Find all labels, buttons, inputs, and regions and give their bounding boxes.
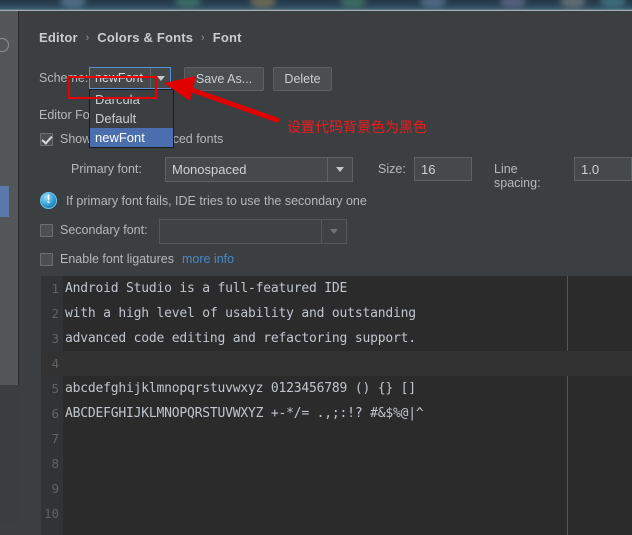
primary-font-combobox-arrow[interactable] bbox=[327, 158, 352, 181]
size-input[interactable]: 16 bbox=[414, 157, 472, 181]
secondary-font-info-text: If primary font fails, IDE tries to use … bbox=[66, 193, 367, 208]
editor-line-number: 1 bbox=[51, 281, 59, 296]
secondary-font-info-row: If primary font fails, IDE tries to use … bbox=[40, 192, 367, 209]
primary-font-combobox[interactable]: Monospaced bbox=[165, 157, 353, 182]
editor-line-number: 2 bbox=[51, 306, 59, 321]
show-monospaced-checkbox[interactable] bbox=[40, 132, 53, 146]
editor-line[interactable]: 1 Android Studio is a full-featured IDE bbox=[41, 276, 632, 301]
size-label: Size: bbox=[378, 162, 406, 176]
editor-line-number: 5 bbox=[51, 381, 59, 396]
font-preview-editor[interactable]: 1 Android Studio is a full-featured IDE 2 w… bbox=[41, 276, 632, 535]
editor-line[interactable]: 7 bbox=[41, 426, 632, 451]
editor-line-number: 9 bbox=[51, 481, 59, 496]
breadcrumb-separator-icon: › bbox=[85, 32, 90, 44]
scheme-option-default[interactable]: Default bbox=[90, 109, 173, 128]
secondary-font-combobox[interactable] bbox=[159, 219, 347, 244]
chevron-down-icon bbox=[330, 229, 338, 234]
editor-line-number: 6 bbox=[51, 406, 59, 421]
delete-button[interactable]: Delete bbox=[273, 67, 332, 91]
editor-line[interactable]: 6 ABCDEFGHIJKLMNOPQRSTUVWXYZ +-*/= .,;:!?… bbox=[41, 401, 632, 426]
editor-line-number: 10 bbox=[43, 506, 59, 521]
breadcrumb: Editor › Colors & Fonts › Font bbox=[39, 30, 242, 45]
scheme-combobox-value: newFont bbox=[95, 71, 143, 85]
scheme-combobox-arrow[interactable] bbox=[150, 68, 170, 88]
editor-line-text: ABCDEFGHIJKLMNOPQRSTUVWXYZ +-*/= .,;:!? … bbox=[65, 406, 424, 421]
editor-line-text: with a high level of usability and outst… bbox=[65, 306, 416, 321]
editor-line[interactable]: 2 with a high level of usability and outs… bbox=[41, 301, 632, 326]
editor-line-text: abcdefghijklmnopqrstuvwxyz 0123456789 ()… bbox=[65, 381, 416, 396]
settings-dialog: Editor › Colors & Fonts › Font Scheme: n… bbox=[19, 11, 632, 535]
editor-line-number: 7 bbox=[51, 431, 59, 446]
line-spacing-label: Line spacing: bbox=[494, 162, 541, 190]
editor-line-text: Android Studio is a full-featured IDE bbox=[65, 281, 348, 296]
rail-selection-indicator bbox=[0, 186, 9, 217]
editor-line-number: 8 bbox=[51, 456, 59, 471]
editor-line[interactable]: 10 bbox=[41, 501, 632, 526]
breadcrumb-separator-icon: › bbox=[201, 32, 205, 44]
desktop-wallpaper-strip bbox=[0, 0, 632, 11]
breadcrumb-item-colors-fonts[interactable]: Colors & Fonts bbox=[97, 30, 193, 45]
editor-line[interactable]: 5 abcdefghijklmnopqrstuvwxyz 0123456789 (… bbox=[41, 376, 632, 401]
scheme-option-newfont[interactable]: newFont bbox=[90, 128, 173, 147]
editor-line-number: 4 bbox=[51, 356, 59, 371]
primary-font-label: Primary font: bbox=[71, 162, 142, 176]
editor-line[interactable]: 9 bbox=[41, 476, 632, 501]
scheme-option-darcula[interactable]: Darcula bbox=[90, 90, 173, 109]
secondary-font-checkbox[interactable] bbox=[40, 223, 53, 237]
font-ligatures-label: Enable font ligatures bbox=[60, 252, 174, 266]
scheme-combobox[interactable]: newFont bbox=[89, 67, 171, 89]
annotation-note-text: 设置代码背景色为黑色 bbox=[287, 120, 427, 136]
editor-line[interactable]: 3 advanced code editing and refactoring s… bbox=[41, 326, 632, 351]
primary-font-value: Monospaced bbox=[172, 162, 247, 177]
editor-line-text: advanced code editing and refactoring su… bbox=[65, 331, 416, 346]
editor-line[interactable]: 8 bbox=[41, 451, 632, 476]
secondary-font-row: Secondary font: bbox=[40, 219, 347, 244]
scheme-dropdown-list[interactable]: Darcula Default newFont bbox=[89, 89, 174, 148]
secondary-font-label: Secondary font: bbox=[60, 223, 148, 237]
editor-line[interactable]: 4 bbox=[41, 351, 632, 376]
font-ligatures-row: Enable font ligatures more info bbox=[40, 252, 234, 266]
more-info-link[interactable]: more info bbox=[182, 252, 234, 266]
info-exclamation-icon bbox=[40, 192, 57, 209]
rail-circle-icon bbox=[0, 38, 9, 52]
chevron-down-icon bbox=[336, 167, 344, 172]
ide-left-toolrail-lower bbox=[0, 385, 19, 524]
line-spacing-input[interactable]: 1.0 bbox=[574, 157, 632, 181]
chevron-down-icon bbox=[156, 75, 165, 81]
font-ligatures-checkbox[interactable] bbox=[40, 252, 53, 266]
preview-line-list: 1 Android Studio is a full-featured IDE 2 w… bbox=[41, 276, 632, 526]
editor-line-number: 3 bbox=[51, 331, 59, 346]
save-as-button[interactable]: Save As... bbox=[184, 67, 264, 91]
secondary-font-combobox-arrow[interactable] bbox=[321, 220, 346, 243]
breadcrumb-item-editor[interactable]: Editor bbox=[39, 30, 78, 45]
scheme-label: Scheme: bbox=[39, 71, 89, 85]
breadcrumb-item-font[interactable]: Font bbox=[213, 30, 242, 45]
